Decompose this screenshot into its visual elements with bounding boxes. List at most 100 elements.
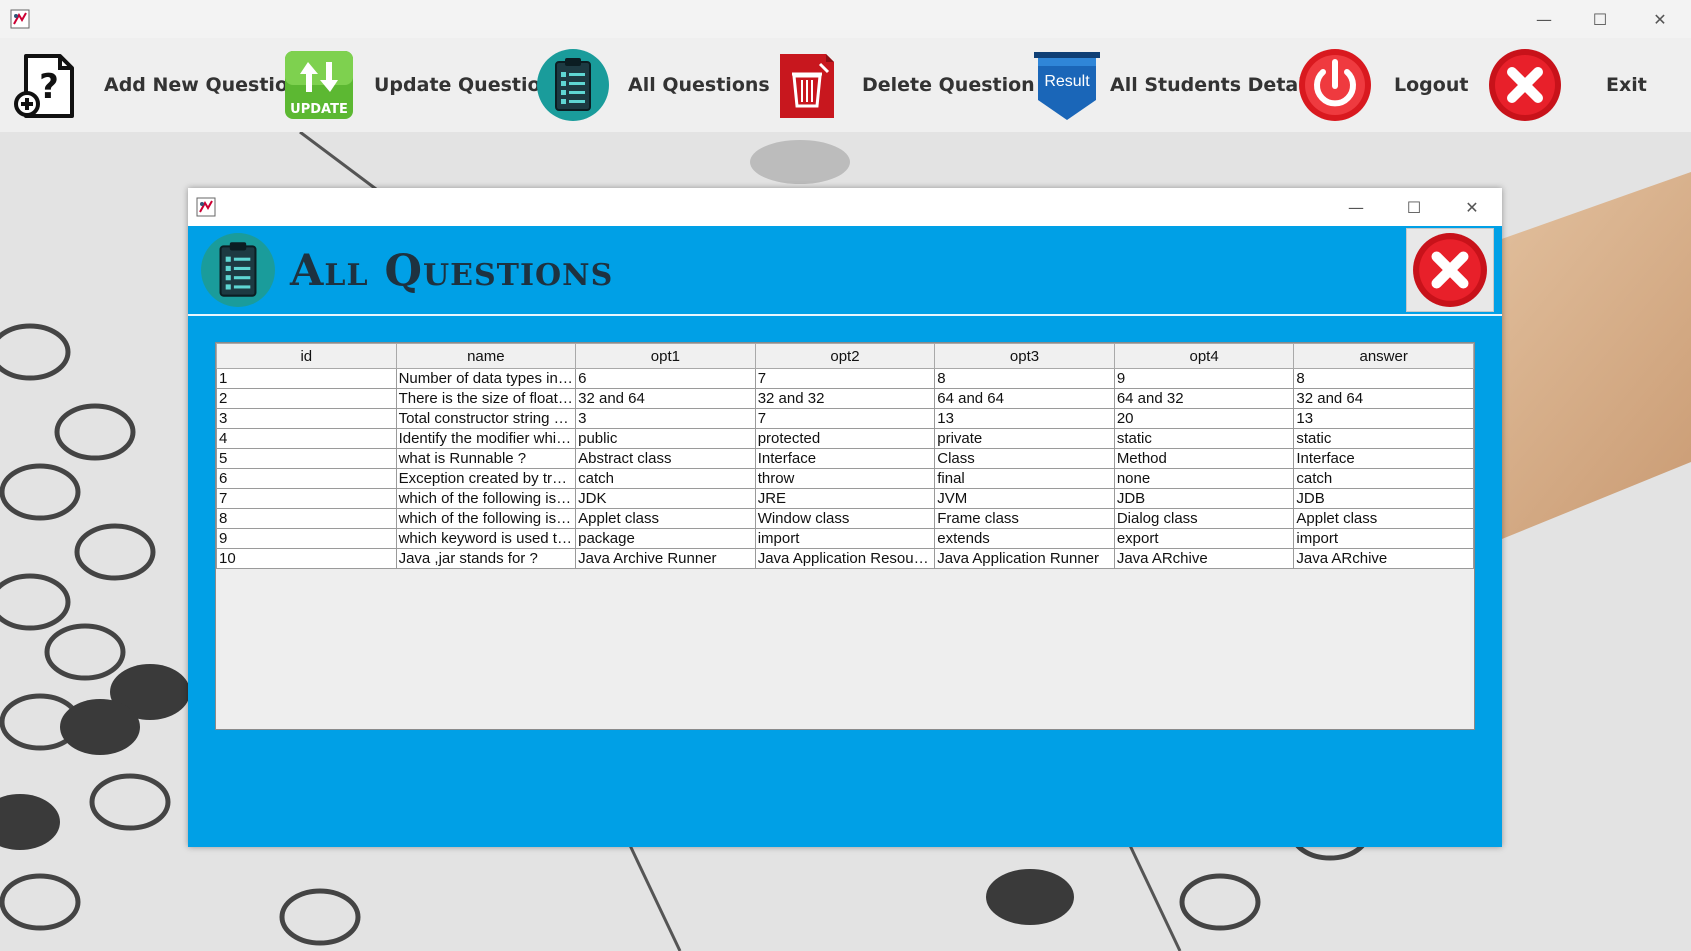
frame-maximize-button[interactable]: ☐ [1386, 188, 1442, 226]
table-cell-opt1[interactable]: 32 and 64 [575, 388, 756, 409]
logout-button[interactable]: Logout [1298, 38, 1468, 132]
table-row[interactable]: 2 There is the size of float an... 32 and … [216, 388, 1474, 409]
table-cell-opt4[interactable]: JDB [1113, 488, 1295, 509]
table-cell-opt3[interactable]: Frame class [934, 508, 1115, 529]
table-cell-id[interactable]: 4 [216, 428, 397, 449]
table-cell-opt2[interactable]: Window class [754, 508, 936, 529]
table-cell-answer[interactable]: 32 and 64 [1293, 388, 1474, 409]
table-cell-opt1[interactable]: 3 [575, 408, 756, 429]
table-cell-answer[interactable]: import [1293, 528, 1474, 549]
column-header-answer[interactable]: answer [1293, 343, 1474, 369]
table-cell-opt3[interactable]: 64 and 64 [934, 388, 1115, 409]
column-header-opt2[interactable]: opt2 [754, 343, 936, 369]
table-cell-id[interactable]: 6 [216, 468, 397, 489]
window-close-button[interactable]: ✕ [1632, 0, 1688, 38]
update-question-button[interactable]: UPDATE Update Question [282, 38, 554, 132]
column-header-name[interactable]: name [395, 343, 577, 369]
table-cell-opt4[interactable]: none [1113, 468, 1295, 489]
table-cell-opt1[interactable]: 6 [575, 368, 756, 389]
table-cell-name[interactable]: Identify the modifier which ... [395, 428, 577, 449]
table-cell-opt1[interactable]: Abstract class [575, 448, 756, 469]
table-cell-opt3[interactable]: Java Application Runner [934, 548, 1115, 569]
table-cell-opt4[interactable]: 64 and 32 [1113, 388, 1295, 409]
table-cell-id[interactable]: 10 [216, 548, 397, 569]
table-cell-opt2[interactable]: throw [754, 468, 936, 489]
table-row[interactable]: 7 which of the following is ue... JDK JRE JV… [216, 488, 1474, 509]
window-minimize-button[interactable]: — [1516, 0, 1572, 38]
table-cell-answer[interactable]: Java ARchive [1293, 548, 1474, 569]
table-cell-name[interactable]: Number of data types in J... [395, 368, 577, 389]
column-header-opt3[interactable]: opt3 [934, 343, 1115, 369]
table-cell-opt4[interactable]: Java ARchive [1113, 548, 1295, 569]
table-cell-opt4[interactable]: static [1113, 428, 1295, 449]
table-cell-opt2[interactable]: protected [754, 428, 936, 449]
table-row[interactable]: 1 Number of data types in J... 6 7 8 9 8 [216, 368, 1474, 389]
table-cell-opt4[interactable]: Dialog class [1113, 508, 1295, 529]
table-cell-id[interactable]: 2 [216, 388, 397, 409]
table-cell-opt2[interactable]: Interface [754, 448, 936, 469]
table-cell-opt3[interactable]: JVM [934, 488, 1115, 509]
table-cell-opt3[interactable]: Class [934, 448, 1115, 469]
table-cell-opt2[interactable]: 32 and 32 [754, 388, 936, 409]
all-students-details-button[interactable]: Result All Students Details [1030, 38, 1323, 132]
table-row[interactable]: 3 Total constructor string cla... 3 7 13 20 13 [216, 408, 1474, 429]
exit-button[interactable]: Exit [1488, 38, 1647, 132]
frame-close-button[interactable]: ✕ [1444, 188, 1500, 226]
table-cell-id[interactable]: 7 [216, 488, 397, 509]
table-cell-name[interactable]: Total constructor string cla... [395, 408, 577, 429]
table-cell-opt3[interactable]: final [934, 468, 1115, 489]
table-cell-opt2[interactable]: JRE [754, 488, 936, 509]
table-cell-id[interactable]: 5 [216, 448, 397, 469]
window-maximize-button[interactable]: ☐ [1572, 0, 1628, 38]
table-cell-answer[interactable]: Applet class [1293, 508, 1474, 529]
table-cell-name[interactable]: which of the following is an... [395, 508, 577, 529]
frame-minimize-button[interactable]: — [1328, 188, 1384, 226]
table-cell-opt1[interactable]: Java Archive Runner [575, 548, 756, 569]
table-row[interactable]: 5 what is Runnable ? Abstract class Interfa… [216, 448, 1474, 469]
close-frame-button[interactable] [1406, 228, 1494, 312]
table-cell-opt4[interactable]: export [1113, 528, 1295, 549]
add-new-question-button[interactable]: ? Add New Question [12, 38, 302, 132]
table-cell-answer[interactable]: JDB [1293, 488, 1474, 509]
table-cell-opt3[interactable]: extends [934, 528, 1115, 549]
table-cell-opt2[interactable]: 7 [754, 408, 936, 429]
table-cell-name[interactable]: Java ,jar stands for ? [395, 548, 577, 569]
table-cell-answer[interactable]: 8 [1293, 368, 1474, 389]
table-cell-opt2[interactable]: 7 [754, 368, 936, 389]
table-cell-opt4[interactable]: Method [1113, 448, 1295, 469]
table-row[interactable]: 8 which of the following is an... Applet c… [216, 508, 1474, 529]
table-cell-opt1[interactable]: public [575, 428, 756, 449]
table-row[interactable]: 4 Identify the modifier which ... public pr… [216, 428, 1474, 449]
table-cell-id[interactable]: 8 [216, 508, 397, 529]
table-cell-name[interactable]: what is Runnable ? [395, 448, 577, 469]
column-header-opt1[interactable]: opt1 [575, 343, 756, 369]
table-cell-id[interactable]: 1 [216, 368, 397, 389]
column-header-opt4[interactable]: opt4 [1113, 343, 1295, 369]
table-cell-opt1[interactable]: catch [575, 468, 756, 489]
table-cell-opt4[interactable]: 9 [1113, 368, 1295, 389]
column-header-id[interactable]: id [216, 343, 397, 369]
table-cell-name[interactable]: which of the following is ue... [395, 488, 577, 509]
table-cell-opt1[interactable]: JDK [575, 488, 756, 509]
table-row[interactable]: 10 Java ,jar stands for ? Java Archive Run… [216, 548, 1474, 569]
table-cell-answer[interactable]: static [1293, 428, 1474, 449]
delete-question-button[interactable]: Delete Question [770, 38, 1035, 132]
questions-table-container[interactable]: id name opt1 opt2 opt3 opt4 answer 1 Number of … [215, 342, 1475, 730]
table-cell-answer[interactable]: 13 [1293, 408, 1474, 429]
table-cell-answer[interactable]: catch [1293, 468, 1474, 489]
table-cell-name[interactable]: There is the size of float an... [395, 388, 577, 409]
all-questions-button[interactable]: All Questions [536, 38, 770, 132]
table-cell-opt3[interactable]: 13 [934, 408, 1115, 429]
table-cell-opt1[interactable]: Applet class [575, 508, 756, 529]
table-cell-answer[interactable]: Interface [1293, 448, 1474, 469]
table-cell-opt1[interactable]: package [575, 528, 756, 549]
table-cell-id[interactable]: 9 [216, 528, 397, 549]
table-row[interactable]: 6 Exception created by try bl... catch thro… [216, 468, 1474, 489]
table-cell-opt3[interactable]: private [934, 428, 1115, 449]
table-cell-opt2[interactable]: import [754, 528, 936, 549]
table-cell-opt3[interactable]: 8 [934, 368, 1115, 389]
table-cell-opt2[interactable]: Java Application Resource [754, 548, 936, 569]
table-cell-name[interactable]: which keyword is used to ... [395, 528, 577, 549]
table-cell-name[interactable]: Exception created by try bl... [395, 468, 577, 489]
table-row[interactable]: 9 which keyword is used to ... package impo… [216, 528, 1474, 549]
